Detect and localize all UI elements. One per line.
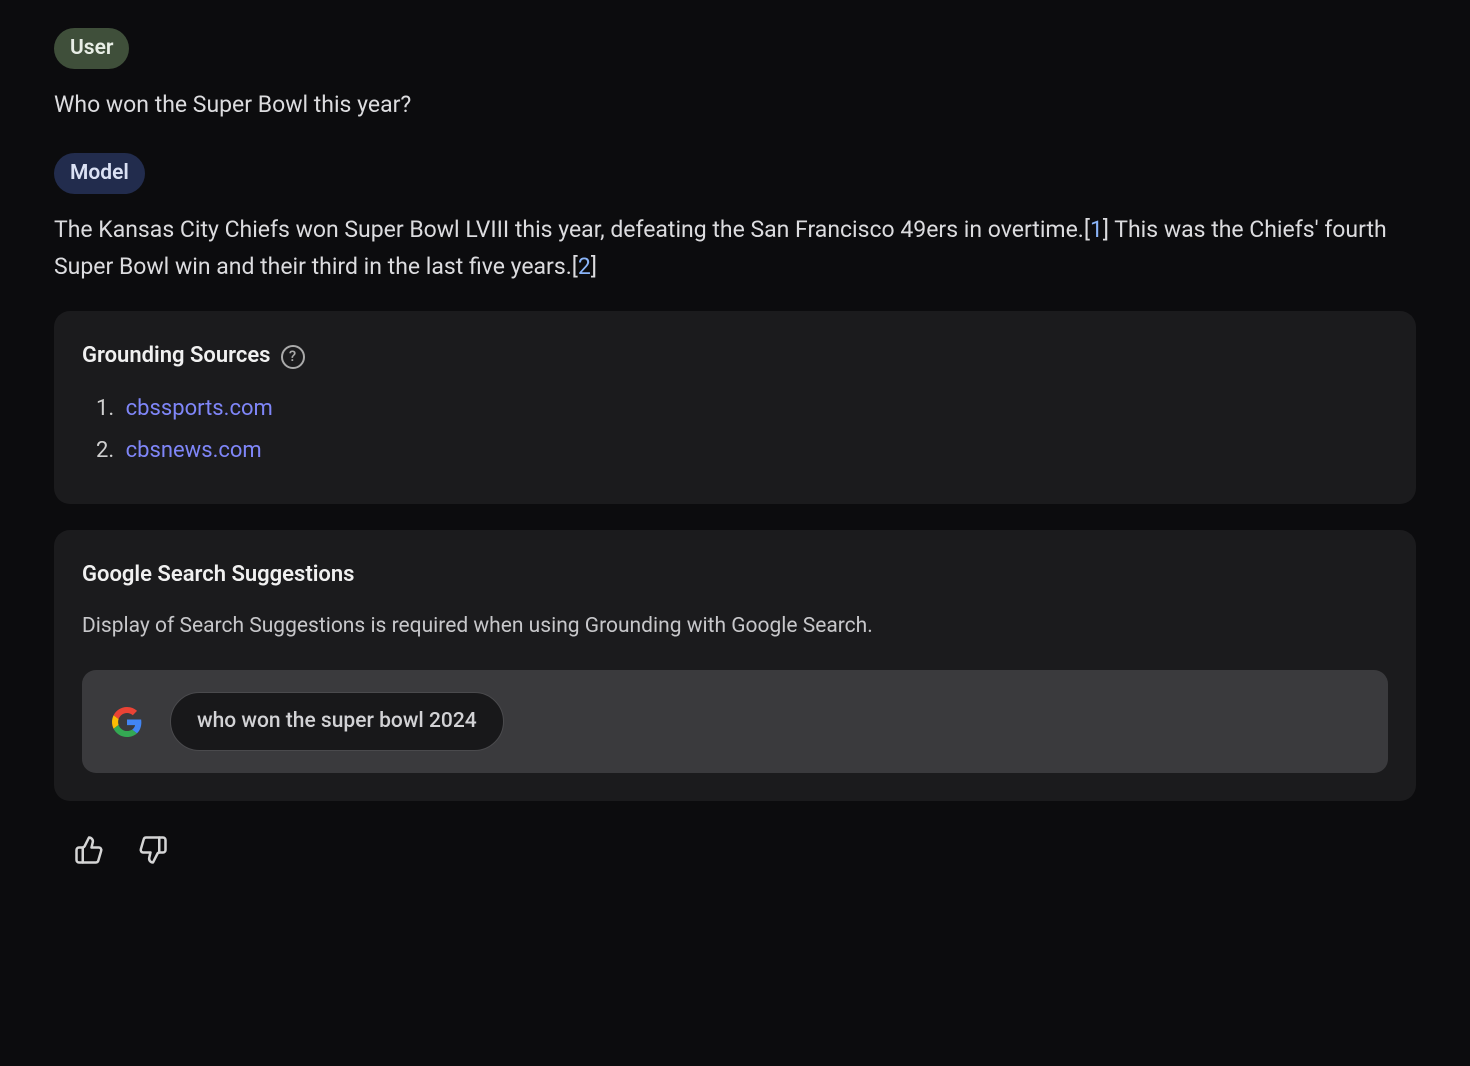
search-suggestion-bar: who won the super bowl 2024 xyxy=(82,670,1388,773)
source-link[interactable]: cbssports.com xyxy=(126,396,273,421)
source-link[interactable]: cbsnews.com xyxy=(126,438,262,463)
search-suggestions-panel: Google Search Suggestions Display of Sea… xyxy=(54,530,1416,801)
citation-bracket-close: ] xyxy=(591,253,597,280)
user-message-text: Who won the Super Bowl this year? xyxy=(54,87,1416,124)
answer-text-1: The Kansas City Chiefs won Super Bowl LV… xyxy=(54,216,1084,243)
suggestions-title: Google Search Suggestions xyxy=(82,558,1388,592)
model-message-text: The Kansas City Chiefs won Super Bowl LV… xyxy=(54,212,1416,286)
google-logo-icon xyxy=(112,707,142,737)
help-icon[interactable]: ? xyxy=(281,345,305,369)
user-message-block: User Who won the Super Bowl this year? xyxy=(54,28,1416,123)
model-badge: Model xyxy=(54,153,145,194)
search-suggestion-chip[interactable]: who won the super bowl 2024 xyxy=(170,692,504,751)
source-item: 2. cbsnews.com xyxy=(96,434,1388,468)
grounding-sources-panel: Grounding Sources ? 1. cbssports.com 2. … xyxy=(54,311,1416,503)
grounding-title-row: Grounding Sources ? xyxy=(82,339,1388,373)
citation-link-2[interactable]: 2 xyxy=(578,253,591,280)
model-message-block: Model The Kansas City Chiefs won Super B… xyxy=(54,153,1416,865)
citation-link-1[interactable]: 1 xyxy=(1090,216,1103,243)
source-number: 2. xyxy=(96,438,120,463)
suggestions-description: Display of Search Suggestions is require… xyxy=(82,610,1388,643)
thumbs-up-icon[interactable] xyxy=(74,835,104,865)
user-badge: User xyxy=(54,28,129,69)
grounding-title: Grounding Sources xyxy=(82,339,271,373)
source-item: 1. cbssports.com xyxy=(96,392,1388,426)
sources-list: 1. cbssports.com 2. cbsnews.com xyxy=(82,392,1388,468)
source-number: 1. xyxy=(96,396,120,421)
thumbs-down-icon[interactable] xyxy=(138,835,168,865)
feedback-row xyxy=(54,835,1416,865)
